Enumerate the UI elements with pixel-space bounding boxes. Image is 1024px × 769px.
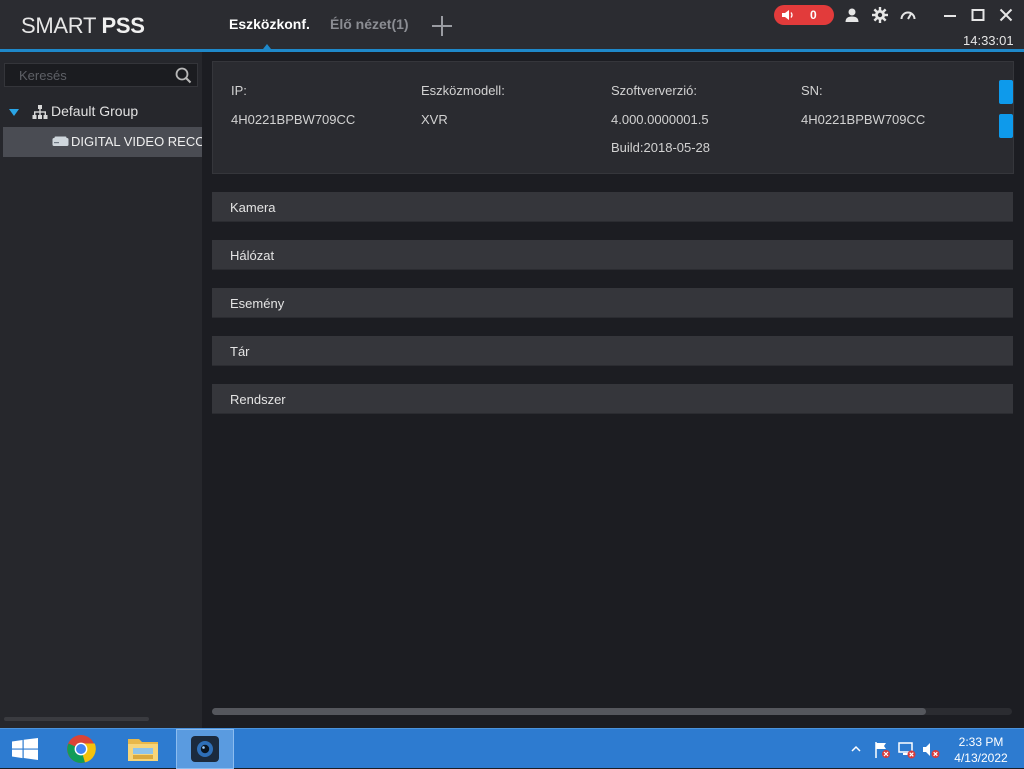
ip-label: IP: — [231, 83, 247, 98]
tree-group-default[interactable]: Default Group — [0, 100, 202, 124]
network-icon[interactable] — [898, 741, 916, 759]
search-icon[interactable] — [175, 67, 192, 84]
tray-overflow-icon[interactable] — [851, 745, 861, 753]
section-camera[interactable]: Kamera — [212, 192, 1013, 222]
model-label: Eszközmodell: — [421, 83, 505, 98]
tree-item-device[interactable]: DIGITAL VIDEO RECORDER — [3, 127, 202, 157]
taskbar-chrome[interactable] — [52, 729, 110, 769]
sn-label: SN: — [801, 83, 823, 98]
speaker-icon — [782, 10, 793, 20]
ip-value: 4H0221BPBW709CC — [231, 112, 356, 127]
sn-value: 4H0221BPBW709CC — [801, 112, 926, 127]
section-storage[interactable]: Tár — [212, 336, 1013, 366]
tree-group-label: Default Group — [51, 103, 139, 119]
device-tree-panel: Keresés Default Group DIGITAL VIDEO RECO — [0, 52, 202, 728]
file-explorer-icon — [128, 739, 158, 761]
performance-gauge-icon[interactable] — [899, 6, 917, 24]
section-system-label: Rendszer — [230, 392, 286, 407]
maximize-icon[interactable] — [969, 6, 987, 24]
refresh-button[interactable] — [999, 114, 1013, 138]
system-time: 2:33 PM — [958, 735, 1004, 749]
section-system[interactable]: Rendszer — [212, 384, 1013, 414]
action-center-flag-icon[interactable] — [873, 741, 891, 759]
windows-start-icon — [12, 738, 38, 760]
close-icon[interactable] — [997, 6, 1015, 24]
software-label: Szoftververzió: — [611, 83, 697, 98]
title-bar: SMART PSS Eszközkonf. Élő nézet(1) 0 14:… — [0, 0, 1024, 52]
search-placeholder: Keresés — [19, 68, 67, 83]
volume-muted-icon[interactable] — [922, 741, 940, 759]
user-icon[interactable] — [843, 6, 861, 24]
build-value: Build:2018-05-28 — [611, 140, 711, 155]
start-button[interactable] — [0, 729, 58, 769]
device-name: DIGITAL VIDEO RECORDER — [71, 134, 202, 149]
section-network-label: Hálózat — [230, 248, 275, 263]
system-date: 4/13/2022 — [954, 751, 1008, 765]
expand-arrow-icon[interactable] — [9, 109, 19, 116]
smartpss-icon — [191, 736, 219, 762]
minimize-icon[interactable] — [941, 6, 959, 24]
sidebar-scrollbar[interactable] — [4, 717, 149, 721]
windows-taskbar: 2:33 PM 4/13/2022 — [0, 728, 1024, 769]
gear-icon[interactable] — [871, 6, 889, 24]
app-logo: SMART PSS — [21, 13, 145, 38]
clock: 14:33:01 — [963, 33, 1014, 48]
dvr-device-icon — [52, 136, 69, 146]
system-clock[interactable]: 2:33 PM 4/13/2022 — [949, 734, 1013, 766]
taskbar-file-explorer[interactable] — [114, 729, 172, 769]
software-value: 4.000.0000001.5 — [611, 112, 709, 127]
search-field[interactable]: Keresés — [4, 63, 198, 87]
tab-live-view[interactable]: Élő nézet(1) — [330, 16, 409, 32]
chrome-icon — [67, 735, 96, 763]
section-event-label: Esemény — [230, 296, 285, 311]
section-network[interactable]: Hálózat — [212, 240, 1013, 270]
tab-device-config[interactable]: Eszközkonf. — [229, 16, 310, 32]
device-info-card: IP: 4H0221BPBW709CC Eszközmodell: XVR Sz… — [212, 61, 1014, 174]
device-config-panel: IP: 4H0221BPBW709CC Eszközmodell: XVR Sz… — [202, 52, 1024, 728]
group-hierarchy-icon — [32, 105, 48, 119]
alarm-sound-button[interactable]: 0 — [774, 5, 834, 25]
edit-button[interactable] — [999, 80, 1013, 104]
model-value: XVR — [421, 112, 448, 127]
add-tab-button[interactable] — [430, 14, 454, 38]
section-storage-label: Tár — [230, 344, 250, 359]
section-event[interactable]: Esemény — [212, 288, 1013, 318]
alarm-count: 0 — [810, 8, 817, 22]
taskbar-smartpss[interactable] — [176, 729, 234, 769]
horizontal-scrollbar-thumb[interactable] — [212, 708, 926, 715]
section-camera-label: Kamera — [230, 200, 276, 215]
